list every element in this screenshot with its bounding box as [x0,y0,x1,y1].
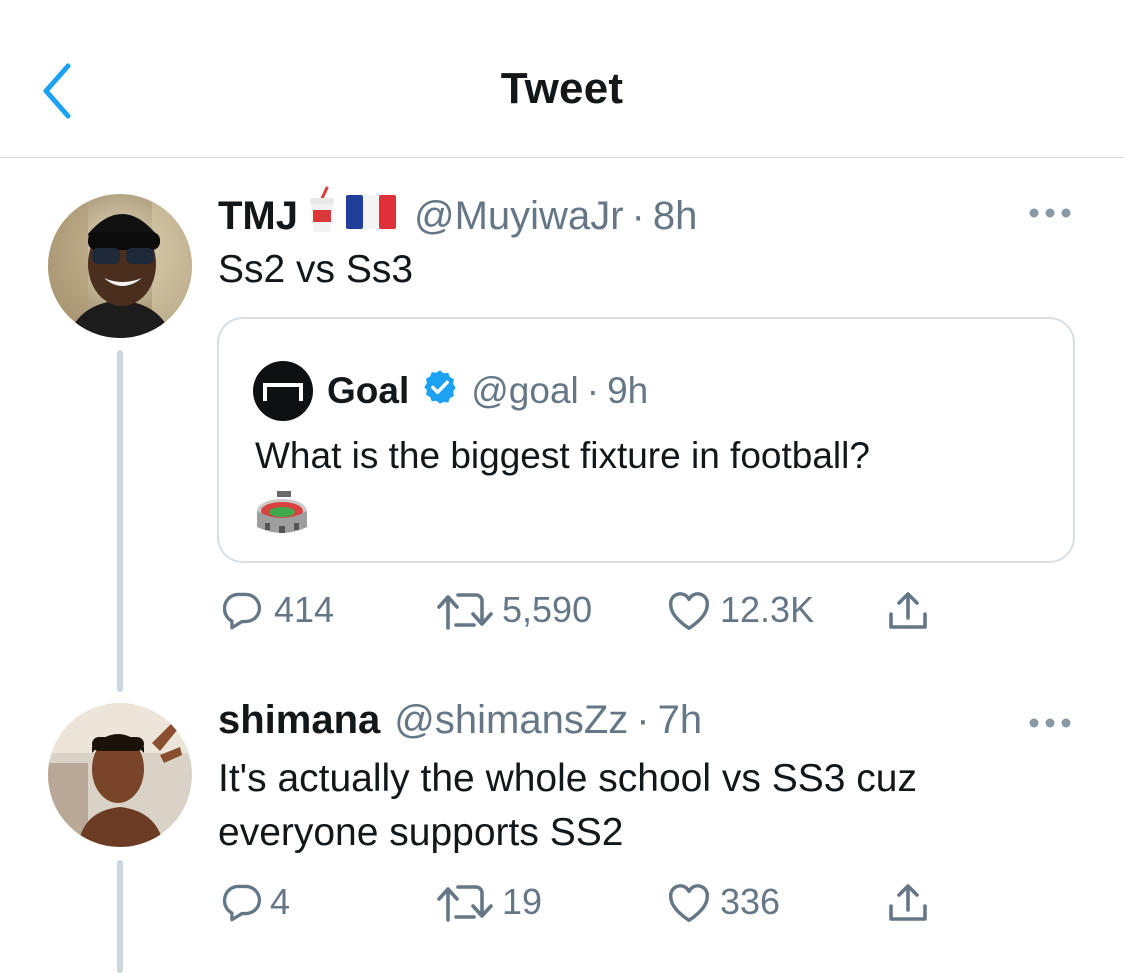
quoted-timestamp: 9h [607,370,649,411]
avatar[interactable] [48,703,192,847]
tweet-header: TMJ @MuyiwaJr · 8h [218,186,697,246]
reply-count: 414 [274,589,335,630]
top-bar: Tweet [0,0,1124,158]
quoted-display-name[interactable]: Goal [327,370,409,412]
share-button[interactable] [884,880,932,928]
like-button[interactable]: 12.3K [666,588,814,632]
tweet-actions: 4 19 336 [220,880,980,930]
thread-line [117,350,123,692]
retweet-button[interactable]: 19 [436,880,542,924]
tweet-text: Ss2 vs Ss3 [218,248,414,291]
quoted-tweet-text: What is the biggest fixture in football? [255,435,870,476]
separator-dot: · [586,370,600,411]
verified-icon [421,368,459,415]
france-flag-emoji [346,194,396,239]
tweet-text: It's actually the whole school vs SS3 cu… [218,752,917,860]
timestamp[interactable]: 8h [653,194,698,239]
reply-button[interactable]: 414 [220,588,334,632]
like-button[interactable]: 336 [666,880,780,924]
page-title: Tweet [500,64,624,113]
reply-button[interactable]: 4 [220,880,290,924]
like-count: 12.3K [720,589,815,630]
thread-line [117,860,123,973]
reply-count: 4 [270,881,291,922]
tweet-actions: 414 5,590 12.3K [220,588,980,638]
share-button[interactable] [884,588,932,636]
tweet-text-line: everyone supports SS2 [218,811,624,854]
separator-dot: · [636,698,650,742]
handle[interactable]: @shimansZz [394,698,628,743]
quoted-avatar[interactable] [253,361,313,421]
quoted-tweet[interactable]: Goal @goal · 9h What is the biggest fixt… [217,317,1075,563]
reply-icon [220,588,264,632]
handle[interactable]: @MuyiwaJr [414,194,624,239]
stadium-emoji [255,491,309,542]
like-icon [666,588,712,632]
display-name[interactable]: shimana [218,698,380,743]
share-icon [884,588,932,636]
retweet-icon [436,880,496,924]
retweet-count: 5,590 [502,589,593,630]
retweet-icon [436,588,496,632]
like-icon [666,880,712,924]
timestamp[interactable]: 7h [658,698,703,743]
share-icon [884,880,932,928]
display-name[interactable]: TMJ [218,194,298,239]
tweet-header: shimana @shimansZz · 7h [218,698,702,743]
more-icon[interactable] [1028,715,1072,731]
retweet-count: 19 [502,881,543,922]
tweet-text-line: It's actually the whole school vs SS3 cu… [218,757,917,800]
retweet-button[interactable]: 5,590 [436,588,592,632]
more-icon[interactable] [1028,205,1072,221]
avatar[interactable] [48,194,192,338]
cup-emoji [308,186,336,246]
like-count: 336 [720,881,781,922]
quoted-tweet-header: Goal @goal · 9h [253,361,648,421]
quoted-handle[interactable]: @goal [471,370,579,412]
separator-dot: · [631,193,645,238]
reply-icon [220,880,264,924]
